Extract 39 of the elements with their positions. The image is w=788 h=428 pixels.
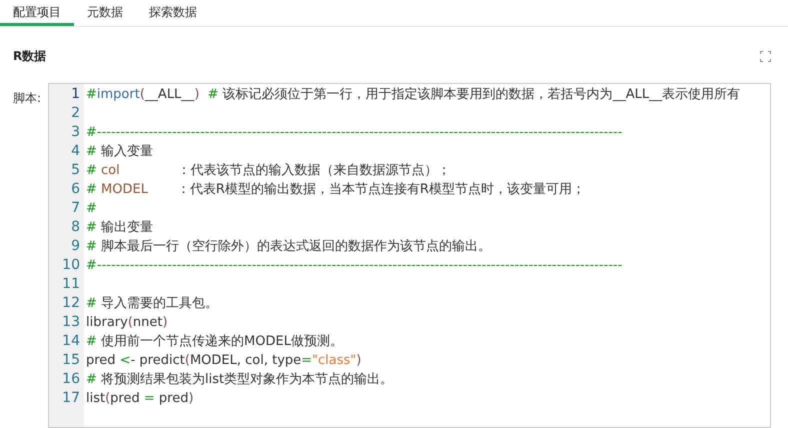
code-line: library(nnet) <box>86 314 169 332</box>
code-line: # 输出变量 <box>86 219 154 237</box>
line-number: 6 <box>70 180 81 199</box>
line-number: 7 <box>70 199 81 218</box>
fullscreen-icon[interactable] <box>760 50 771 62</box>
line-number: 1 <box>70 85 81 104</box>
line-number: 3 <box>70 123 81 142</box>
script-label: 脚本: <box>13 90 42 107</box>
code-line: # 使用前一个节点传递来的MODEL做预测。 <box>86 333 344 351</box>
line-number: 8 <box>70 218 81 237</box>
code-line: #import(__ALL__) # 该标记必须位于第一行，用于指定该脚本要用到的数据，若括号内为__ALL__表示使用所有 <box>86 86 740 104</box>
line-number: 16 <box>61 370 81 389</box>
line-number: 10 <box>61 256 81 275</box>
section-title: R数据 <box>13 48 46 65</box>
line-number: 17 <box>61 389 81 408</box>
code-line: # 将预测结果包装为list类型对象作为本节点的输出。 <box>86 371 394 389</box>
code-line: list(pred = pred) <box>86 390 195 408</box>
code-editor[interactable] <box>48 83 771 428</box>
line-number: 2 <box>70 104 81 123</box>
code-line: # 导入需要的工具包。 <box>86 295 220 313</box>
tab[interactable]: 元数据 <box>74 0 136 26</box>
line-number: 14 <box>61 332 81 351</box>
line-number: 15 <box>61 351 81 370</box>
tab[interactable]: 探索数据 <box>136 0 210 26</box>
code-line: # 输入变量 <box>86 143 154 161</box>
code-line: # MODEL ：代表R模型的输出数据，当本节点连接有R模型节点时，该变量可用； <box>86 181 586 199</box>
line-number: 13 <box>61 313 81 332</box>
code-line: # 脚本最后一行（空行除外）的表达式返回的数据作为该节点的输出。 <box>86 238 492 256</box>
tab[interactable]: 配置项目 <box>0 0 74 26</box>
code-line: pred <- predict(MODEL, col, type="class") <box>86 352 362 370</box>
line-number: 5 <box>70 161 81 180</box>
line-number: 9 <box>70 237 81 256</box>
line-number: 4 <box>70 142 81 161</box>
line-number: 12 <box>61 294 81 313</box>
code-line: #---------------------------------------------------------------------------------------------------------------- <box>86 124 624 142</box>
code-line: # col ：代表该节点的输入数据（来自数据源节点）； <box>86 162 452 180</box>
code-line: # <box>86 200 98 218</box>
line-number: 11 <box>61 275 81 294</box>
code-line: #---------------------------------------------------------------------------------------------------------------- <box>86 257 624 275</box>
